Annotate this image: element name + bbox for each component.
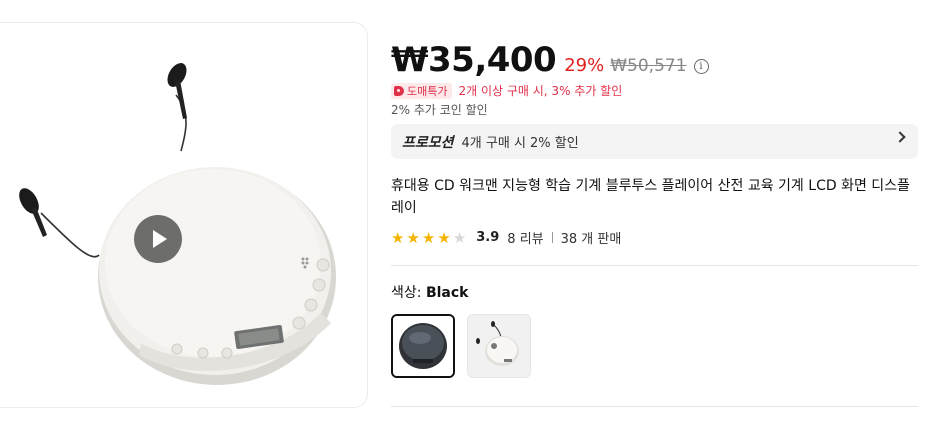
- price-row: ₩35,400 29% ₩50,571 i: [391, 40, 709, 80]
- selected-color-value: Black: [425, 285, 469, 301]
- promotion-text: 4개 구매 시 2% 할인: [461, 136, 579, 151]
- promotion-label: 프로모션: [402, 134, 454, 151]
- coin-discount-text: 2% 추가 코인 할인: [391, 103, 488, 117]
- section-divider: [391, 406, 918, 407]
- rating-row[interactable]: ★ ★ ★ ★ ★ 3.9 8 리뷰 38 개 판매: [391, 228, 622, 248]
- product-title: 휴대용 CD 워크맨 지능형 학습 기계 블루투스 플레이어 산전 교육 기계 …: [391, 178, 910, 216]
- sold-count: 38 개 판매: [560, 232, 622, 247]
- promotion-banner[interactable]: 프로모션 4개 구매 시 2% 할인: [391, 124, 918, 159]
- color-option-white[interactable]: [467, 314, 531, 378]
- star-rating: ★ ★ ★ ★ ★: [391, 229, 468, 247]
- earbud-left: [19, 188, 47, 237]
- earbud-top: [167, 63, 187, 119]
- black-swatch-image: [393, 316, 453, 376]
- product-image-card[interactable]: [0, 22, 368, 408]
- color-selector-label: 색상: Black: [391, 282, 468, 302]
- section-divider: [391, 265, 918, 266]
- divider: [551, 232, 553, 243]
- star-icon: ★: [406, 228, 420, 247]
- chevron-right-icon: [894, 131, 906, 143]
- star-icon: ★: [452, 228, 467, 247]
- wholesale-badge-label: 도매특가: [407, 84, 448, 98]
- current-price: ₩35,400: [391, 40, 557, 80]
- color-label: 색상:: [391, 285, 422, 301]
- cd-player-image: [19, 63, 336, 385]
- discount-percent: 29%: [564, 55, 605, 76]
- play-icon: [153, 230, 167, 248]
- review-count-link[interactable]: 8 리뷰: [507, 228, 543, 247]
- white-swatch-image: [468, 315, 530, 377]
- star-icon: ★: [421, 228, 436, 247]
- wholesale-discount-text: 2개 이상 구매 시, 3% 추가 할인: [458, 84, 623, 98]
- wholesale-badge: 도매특가: [391, 82, 453, 99]
- rating-value: 3.9: [476, 230, 500, 245]
- price-info-icon[interactable]: i: [693, 59, 709, 74]
- play-video-button[interactable]: [134, 215, 182, 263]
- star-icon: ★: [437, 228, 451, 247]
- original-price: ₩50,571: [610, 56, 687, 76]
- wholesale-row: 도매특가 2개 이상 구매 시, 3% 추가 할인: [391, 82, 622, 99]
- color-option-black[interactable]: [391, 314, 455, 378]
- star-icon: ★: [391, 228, 405, 247]
- tag-icon: [394, 85, 404, 96]
